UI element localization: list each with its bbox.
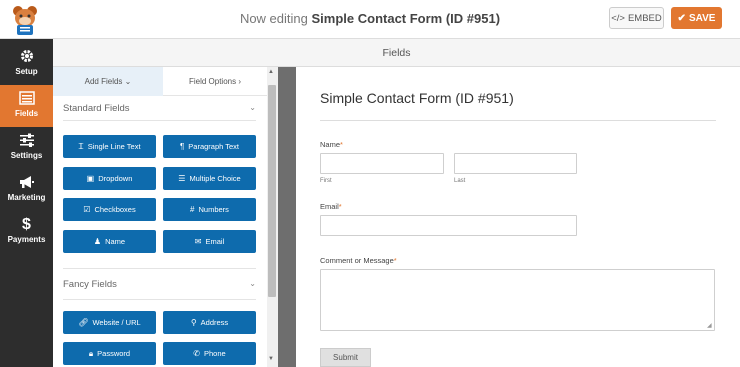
nav-item-marketing[interactable]: Marketing [0, 169, 53, 211]
user-icon: ♟ [93, 237, 102, 246]
scroll-up-icon[interactable]: ▲ [268, 69, 274, 75]
sliders-icon [0, 133, 53, 148]
field-button-multiple-choice[interactable]: ☰ Multiple Choice [163, 167, 256, 190]
nav-item-settings[interactable]: Settings [0, 127, 53, 169]
field-button-phone[interactable]: ✆ Phone [163, 342, 256, 365]
form-preview: Simple Contact Form (ID #951) Name* Firs… [296, 67, 740, 367]
divider [63, 120, 256, 121]
dollar-icon: $ [22, 216, 31, 233]
nav-item-payments[interactable]: $ Payments [0, 211, 53, 253]
scrollbar-thumb[interactable] [268, 85, 276, 297]
top-bar: Now editing Simple Contact Form (ID #951… [0, 0, 740, 39]
field-button-email[interactable]: ✉ Email [163, 230, 256, 253]
first-sublabel: First [320, 178, 332, 184]
checkbox-icon: ☑ [83, 205, 91, 214]
form-title: Simple Contact Form (ID #951) [320, 90, 514, 106]
list-icon: ☰ [178, 174, 186, 183]
email-label: Email* [320, 202, 342, 211]
check-icon: ✔ [677, 12, 686, 24]
phone-icon: ✆ [193, 349, 200, 358]
tab-add-fields[interactable]: Add Fields ⌄ [53, 67, 163, 96]
chevron-right-icon: › [238, 76, 242, 86]
divider [63, 299, 256, 300]
field-button-paragraph-text[interactable]: ¶ Paragraph Text [163, 135, 256, 158]
embed-button[interactable]: </> EMBED [609, 7, 664, 29]
nav-item-setup[interactable]: Setup [0, 43, 53, 85]
fields-panel: Add Fields ⌄ Field Options › Standard Fi… [53, 67, 277, 367]
divider [63, 268, 256, 269]
resize-handle-icon[interactable]: ◢ [707, 322, 712, 329]
builder-sidebar: Setup Fields Settings Marketing $ Paymen… [0, 39, 53, 367]
dropdown-icon: ▣ [86, 174, 95, 183]
field-button-single-line-text[interactable]: Ꮖ Single Line Text [63, 135, 156, 158]
field-button-checkboxes[interactable]: ☑ Checkboxes [63, 198, 156, 221]
chevron-down-icon: ⌄ [124, 77, 132, 86]
field-button-numbers[interactable]: # Numbers [163, 198, 256, 221]
map-marker-icon: ⚲ [190, 318, 197, 327]
name-label: Name* [320, 140, 343, 149]
field-button-address[interactable]: ⚲ Address [163, 311, 256, 334]
envelope-icon: ✉ [194, 237, 202, 246]
link-icon: 🔗︎ [78, 318, 89, 327]
last-name-field[interactable] [454, 153, 577, 174]
megaphone-icon [0, 175, 53, 190]
panel-scrollbar[interactable]: ▲ ▼ [267, 67, 277, 367]
code-icon: </> [611, 12, 625, 24]
save-button[interactable]: ✔ SAVE [671, 7, 722, 29]
section-standard-fields[interactable]: Standard Fields ⌄ [63, 103, 256, 114]
gear-icon [0, 49, 53, 64]
chevron-down-icon: ⌄ [249, 279, 256, 288]
text-icon: Ꮖ [78, 141, 84, 151]
email-field[interactable] [320, 215, 577, 236]
message-textarea[interactable] [320, 269, 715, 331]
scroll-down-icon[interactable]: ▼ [268, 356, 274, 362]
fields-header: Fields [53, 39, 740, 67]
message-label: Comment or Message* [320, 256, 397, 265]
submit-button[interactable]: Submit [320, 348, 371, 367]
chevron-down-icon: ⌄ [249, 103, 256, 112]
field-button-name[interactable]: ♟ Name [63, 230, 156, 253]
field-button-password[interactable]: 🔒︎ Password [63, 342, 156, 365]
panel-divider [278, 67, 296, 367]
hash-icon: # [190, 205, 195, 214]
field-button-dropdown[interactable]: ▣ Dropdown [63, 167, 156, 190]
last-sublabel: Last [454, 178, 466, 184]
field-button-website-url[interactable]: 🔗︎ Website / URL [63, 311, 156, 334]
lock-icon: 🔒︎ [88, 348, 94, 358]
paragraph-icon: ¶ [179, 142, 185, 151]
section-fancy-fields[interactable]: Fancy Fields ⌄ [63, 279, 256, 290]
nav-item-fields[interactable]: Fields [0, 85, 53, 127]
first-name-field[interactable] [320, 153, 444, 174]
list-icon [0, 91, 53, 106]
tab-field-options[interactable]: Field Options › [163, 67, 267, 96]
divider [320, 120, 716, 121]
